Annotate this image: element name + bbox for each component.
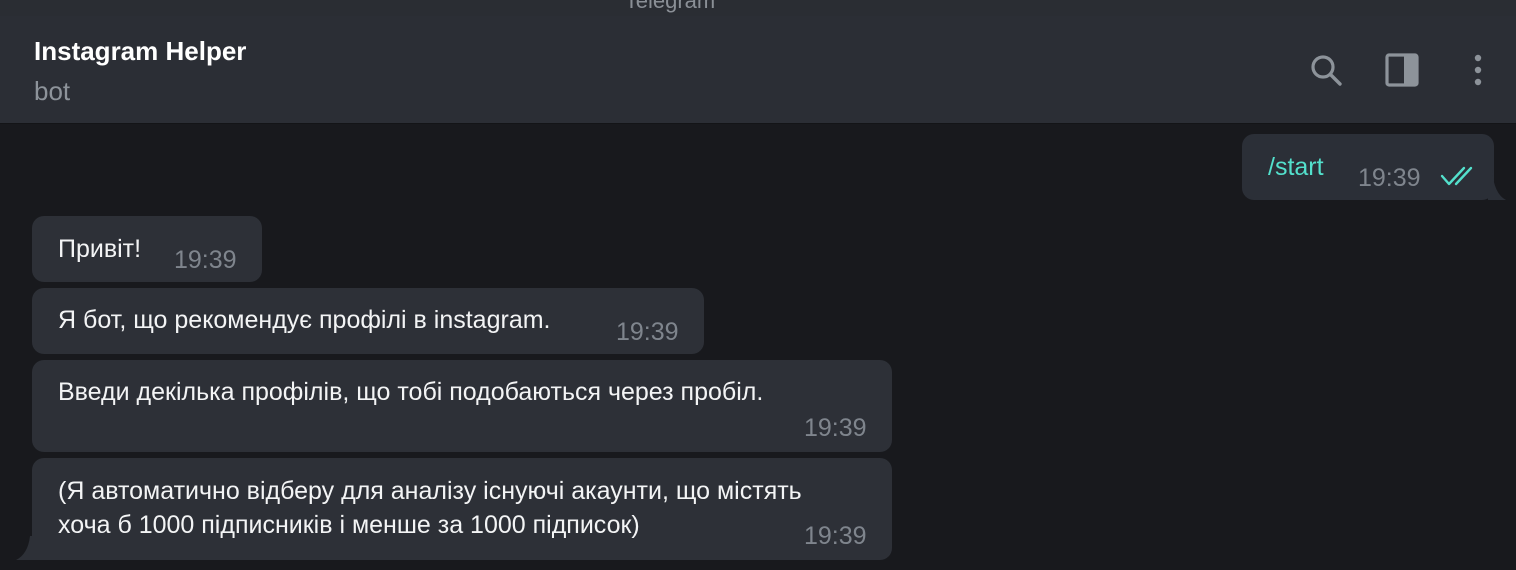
- search-icon: [1311, 55, 1342, 86]
- chat-name[interactable]: Instagram Helper: [34, 36, 246, 67]
- message-text[interactable]: Введи декілька профілів, що тобі подобаю…: [58, 375, 763, 409]
- message-text-line[interactable]: (Я автоматично відберу для аналізу існую…: [58, 474, 802, 508]
- window-titlebar: Telegram: [0, 0, 1516, 16]
- window-title: Telegram: [624, 0, 716, 13]
- double-check-icon: [1440, 166, 1473, 186]
- side-panel-icon: [1385, 53, 1419, 87]
- bubble-tail: [1488, 170, 1506, 200]
- message-outgoing[interactable]: /start 19:39: [1242, 134, 1494, 200]
- message-time: 19:39: [616, 318, 679, 346]
- message-text[interactable]: /start: [1268, 150, 1324, 184]
- chat-status: bot: [34, 76, 71, 106]
- message-incoming[interactable]: (Я автоматично відберу для аналізу існую…: [32, 458, 892, 560]
- message-text[interactable]: Я бот, що рекомендує профілі в instagram…: [58, 303, 551, 337]
- message-time: 19:39: [804, 414, 867, 442]
- message-list[interactable]: /start 19:39 Привіт! 19:39 Я бот, що рек…: [0, 124, 1516, 570]
- more-vertical-icon: [1474, 54, 1482, 86]
- side-panel-button[interactable]: [1382, 50, 1422, 90]
- message-time: 19:39: [174, 246, 237, 274]
- message-time: 19:39: [804, 522, 867, 550]
- message-text-line[interactable]: хоча б 1000 підписників і менше за 1000 …: [58, 508, 640, 542]
- message-incoming[interactable]: Привіт! 19:39: [32, 216, 262, 282]
- search-button[interactable]: [1306, 50, 1346, 90]
- message-incoming[interactable]: Введи декілька профілів, що тобі подобаю…: [32, 360, 892, 452]
- bubble-tail: [16, 536, 34, 560]
- message-time: 19:39: [1358, 164, 1421, 192]
- message-incoming[interactable]: Я бот, що рекомендує профілі в instagram…: [32, 288, 704, 354]
- chat-header: Instagram Helper bot: [0, 16, 1516, 124]
- more-button[interactable]: [1458, 50, 1498, 90]
- message-text[interactable]: Привіт!: [58, 232, 141, 266]
